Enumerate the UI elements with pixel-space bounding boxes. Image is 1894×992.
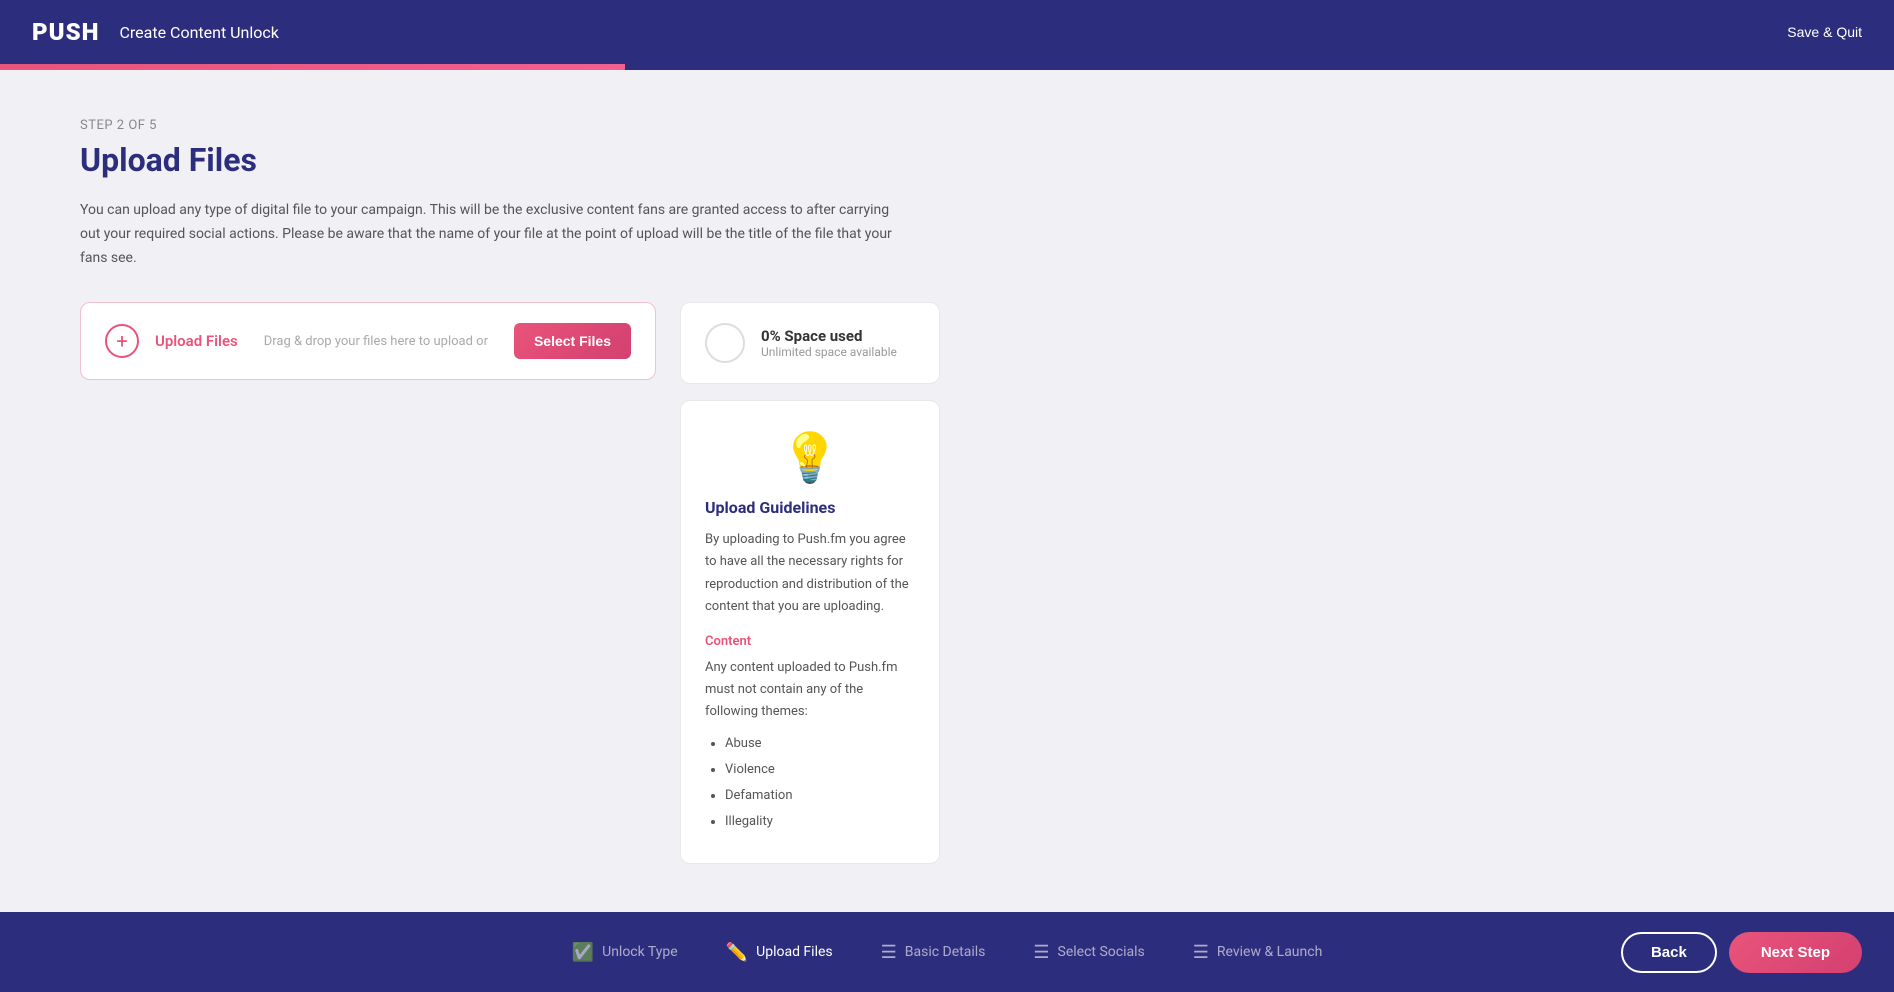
footer-step-unlock-type[interactable]: ✅ Unlock Type bbox=[548, 942, 702, 963]
right-column: 0% Space used Unlimited space available … bbox=[680, 302, 940, 864]
step-label-review-launch: Review & Launch bbox=[1217, 944, 1322, 960]
select-files-button[interactable]: Select Files bbox=[514, 323, 631, 359]
space-circle-icon bbox=[705, 323, 745, 363]
back-button[interactable]: Back bbox=[1621, 932, 1717, 973]
list-item: Illegality bbox=[725, 809, 915, 835]
guidelines-list: AbuseViolenceDefamationIllegality bbox=[705, 731, 915, 835]
space-info: 0% Space used Unlimited space available bbox=[761, 327, 897, 359]
left-column: + Upload Files Drag & drop your files he… bbox=[80, 302, 656, 380]
step-icon-basic-details: ☰ bbox=[881, 942, 897, 963]
logo: PUSH bbox=[32, 18, 99, 46]
step-label-unlock-type: Unlock Type bbox=[602, 944, 678, 960]
footer-step-select-socials[interactable]: ☰ Select Socials bbox=[1009, 942, 1168, 963]
footer-step-upload-files[interactable]: ✏️ Upload Files bbox=[702, 942, 857, 963]
drag-drop-text: Drag & drop your files here to upload or bbox=[254, 334, 498, 349]
upload-plus-icon: + bbox=[105, 324, 139, 358]
footer-nav: ✅ Unlock Type ✏️ Upload Files ☰ Basic Details… bbox=[0, 912, 1894, 992]
space-subtitle: Unlimited space available bbox=[761, 345, 897, 359]
guidelines-title: Upload Guidelines bbox=[705, 498, 915, 517]
header-title: Create Content Unlock bbox=[119, 23, 278, 42]
lightbulb-icon: 💡 bbox=[705, 429, 915, 486]
step-label: STEP 2 OF 5 bbox=[80, 118, 1814, 133]
footer-steps: ✅ Unlock Type ✏️ Upload Files ☰ Basic Details… bbox=[548, 942, 1347, 963]
main-content: STEP 2 OF 5 Upload Files You can upload … bbox=[0, 70, 1894, 912]
step-label-basic-details: Basic Details bbox=[905, 944, 986, 960]
step-label-upload-files: Upload Files bbox=[756, 944, 833, 960]
step-label-select-socials: Select Socials bbox=[1058, 944, 1145, 960]
list-item: Violence bbox=[725, 757, 915, 783]
guidelines-body: By uploading to Push.fm you agree to hav… bbox=[705, 529, 915, 617]
header-left: PUSH Create Content Unlock bbox=[32, 18, 279, 46]
upload-card: + Upload Files Drag & drop your files he… bbox=[80, 302, 656, 380]
step-icon-review-launch: ☰ bbox=[1193, 942, 1209, 963]
guidelines-card: 💡 Upload Guidelines By uploading to Push… bbox=[680, 400, 940, 864]
next-step-button[interactable]: Next Step bbox=[1729, 932, 1862, 973]
footer-buttons: Back Next Step bbox=[1621, 932, 1862, 973]
header: PUSH Create Content Unlock Save & Quit bbox=[0, 0, 1894, 64]
guidelines-section-title: Content bbox=[705, 634, 915, 649]
space-percent: 0% Space used bbox=[761, 327, 897, 345]
content-grid: + Upload Files Drag & drop your files he… bbox=[80, 302, 940, 864]
save-quit-button[interactable]: Save & Quit bbox=[1787, 24, 1862, 40]
list-item: Abuse bbox=[725, 731, 915, 757]
page-description: You can upload any type of digital file … bbox=[80, 199, 900, 270]
step-icon-upload-files: ✏️ bbox=[726, 942, 748, 963]
footer-step-review-launch[interactable]: ☰ Review & Launch bbox=[1169, 942, 1347, 963]
upload-label: Upload Files bbox=[155, 332, 238, 350]
space-card: 0% Space used Unlimited space available bbox=[680, 302, 940, 384]
list-item: Defamation bbox=[725, 783, 915, 809]
step-icon-select-socials: ☰ bbox=[1033, 942, 1049, 963]
footer-step-basic-details[interactable]: ☰ Basic Details bbox=[857, 942, 1010, 963]
guidelines-section-body: Any content uploaded to Push.fm must not… bbox=[705, 657, 915, 723]
page-title: Upload Files bbox=[80, 141, 1814, 179]
step-icon-unlock-type: ✅ bbox=[572, 942, 594, 963]
